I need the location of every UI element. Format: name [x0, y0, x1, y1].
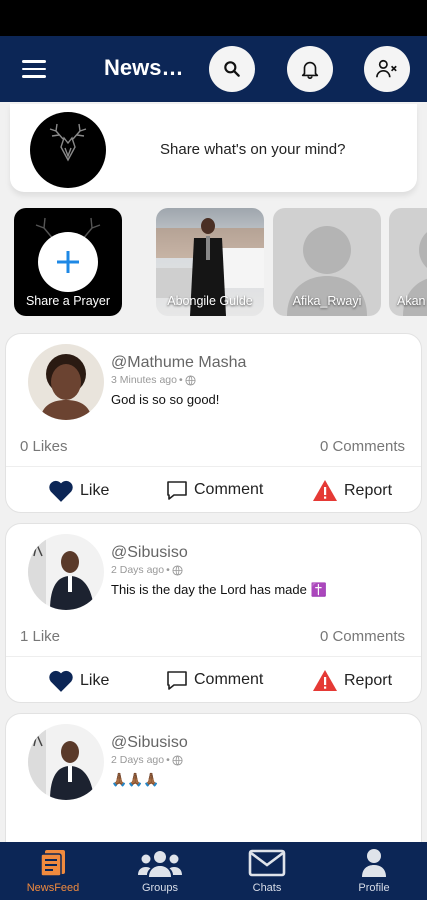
post-username[interactable]: @Sibusiso: [111, 544, 188, 562]
comment-icon: [167, 481, 187, 500]
comment-button[interactable]: Comment: [166, 669, 263, 691]
post-meta: 2 Days ago •: [111, 754, 183, 766]
divider: [6, 466, 421, 467]
story-add[interactable]: Share a Prayer: [14, 208, 122, 316]
stories-row: Share a Prayer Abongile Gulde Afika_Rway…: [0, 208, 427, 318]
comment-label: Comment: [194, 481, 264, 498]
deer-logo-icon: [49, 123, 87, 162]
story-item[interactable]: Abongile Gulde: [156, 208, 264, 316]
user-photo: [28, 724, 94, 800]
story-label: Abongile Gulde: [167, 294, 253, 308]
plus-icon: [57, 251, 79, 273]
nav-chats[interactable]: Chats: [227, 842, 307, 900]
post-username[interactable]: @Mathume Masha: [111, 354, 246, 372]
report-button[interactable]: Report: [312, 479, 392, 502]
story-label: Afika_Rwayi: [292, 294, 362, 308]
post-card: @Mathume Masha 3 Minutes ago • God is so…: [5, 333, 422, 513]
post-stats: 1 Like 0 Comments: [20, 628, 405, 645]
like-label: Like: [80, 672, 110, 689]
bottom-nav: NewsFeed Groups Chats Profile: [0, 842, 427, 900]
avatar[interactable]: [28, 724, 104, 800]
comment-button[interactable]: Comment: [166, 479, 263, 501]
nav-groups[interactable]: Groups: [120, 842, 200, 900]
dot-separator: •: [178, 374, 183, 386]
post-username[interactable]: @Sibusiso: [111, 734, 188, 752]
add-story-button[interactable]: [38, 232, 98, 292]
globe-icon: [185, 374, 196, 386]
app-bar: NewsFeed: [0, 36, 427, 102]
nav-label: Groups: [141, 882, 179, 894]
nav-profile[interactable]: Profile: [334, 842, 414, 900]
like-button[interactable]: Like: [48, 669, 109, 693]
globe-icon: [172, 564, 183, 576]
bell-icon: [301, 61, 319, 79]
nav-label: Profile: [358, 882, 390, 894]
user-photo: [28, 534, 94, 610]
post-meta: 3 Minutes ago •: [111, 374, 196, 386]
warning-icon: [313, 480, 337, 501]
search-icon: [224, 61, 240, 77]
post-card: @Sibusiso 2 Days ago • This is the day t…: [5, 523, 422, 703]
post-time: 2 Days ago: [111, 564, 165, 576]
comment-icon: [167, 671, 187, 690]
status-bar: [0, 0, 427, 36]
comment-label: Comment: [194, 671, 264, 688]
post-meta: 2 Days ago •: [111, 564, 183, 576]
story-item[interactable]: Akan: [389, 208, 427, 316]
post-text: 🙏🏾🙏🏾🙏🏾: [111, 772, 160, 787]
story-label: Share a Prayer: [25, 294, 111, 308]
post-text: This is the day the Lord has made ✝️: [111, 582, 327, 597]
notifications-button[interactable]: [287, 46, 333, 92]
groups-icon: [138, 851, 182, 877]
story-label: Akan: [397, 294, 426, 308]
post-time: 3 Minutes ago: [111, 374, 177, 386]
globe-icon: [172, 754, 183, 766]
search-button[interactable]: [209, 46, 255, 92]
dot-separator: •: [166, 754, 170, 766]
avatar[interactable]: [28, 534, 104, 610]
post-text: God is so so good!: [111, 392, 220, 407]
heart-icon: [49, 670, 73, 692]
menu-icon[interactable]: [22, 60, 46, 78]
story-item[interactable]: Afika_Rwayi: [273, 208, 381, 316]
likes-count[interactable]: 0 Likes: [20, 438, 68, 455]
like-button[interactable]: Like: [48, 479, 109, 503]
report-label: Report: [344, 481, 393, 499]
user-remove-button[interactable]: [364, 46, 410, 92]
newsfeed-icon: [40, 850, 65, 877]
post-stats: 0 Likes 0 Comments: [20, 438, 405, 455]
user-remove-icon: [376, 59, 397, 78]
like-label: Like: [80, 482, 110, 499]
profile-icon: [362, 849, 386, 877]
likes-count[interactable]: 1 Like: [20, 628, 60, 645]
heart-icon: [49, 480, 73, 502]
post-time: 2 Days ago: [111, 754, 165, 766]
page-title: NewsFeed: [104, 55, 186, 80]
share-prompt[interactable]: Share what's on your mind?: [160, 141, 345, 158]
comments-count[interactable]: 0 Comments: [320, 628, 405, 645]
user-avatar[interactable]: [30, 112, 106, 188]
nav-newsfeed[interactable]: NewsFeed: [13, 842, 93, 900]
report-button[interactable]: Report: [312, 669, 392, 692]
share-post-bar[interactable]: Share what's on your mind?: [10, 104, 417, 192]
comments-count[interactable]: 0 Comments: [320, 438, 405, 455]
divider: [6, 656, 421, 657]
nav-label: NewsFeed: [26, 882, 80, 894]
dot-separator: •: [166, 564, 170, 576]
nav-label: Chats: [252, 882, 282, 894]
user-photo: [40, 354, 92, 420]
avatar[interactable]: [28, 344, 104, 420]
warning-icon: [313, 670, 337, 691]
report-label: Report: [344, 671, 393, 689]
chats-icon: [248, 849, 286, 877]
